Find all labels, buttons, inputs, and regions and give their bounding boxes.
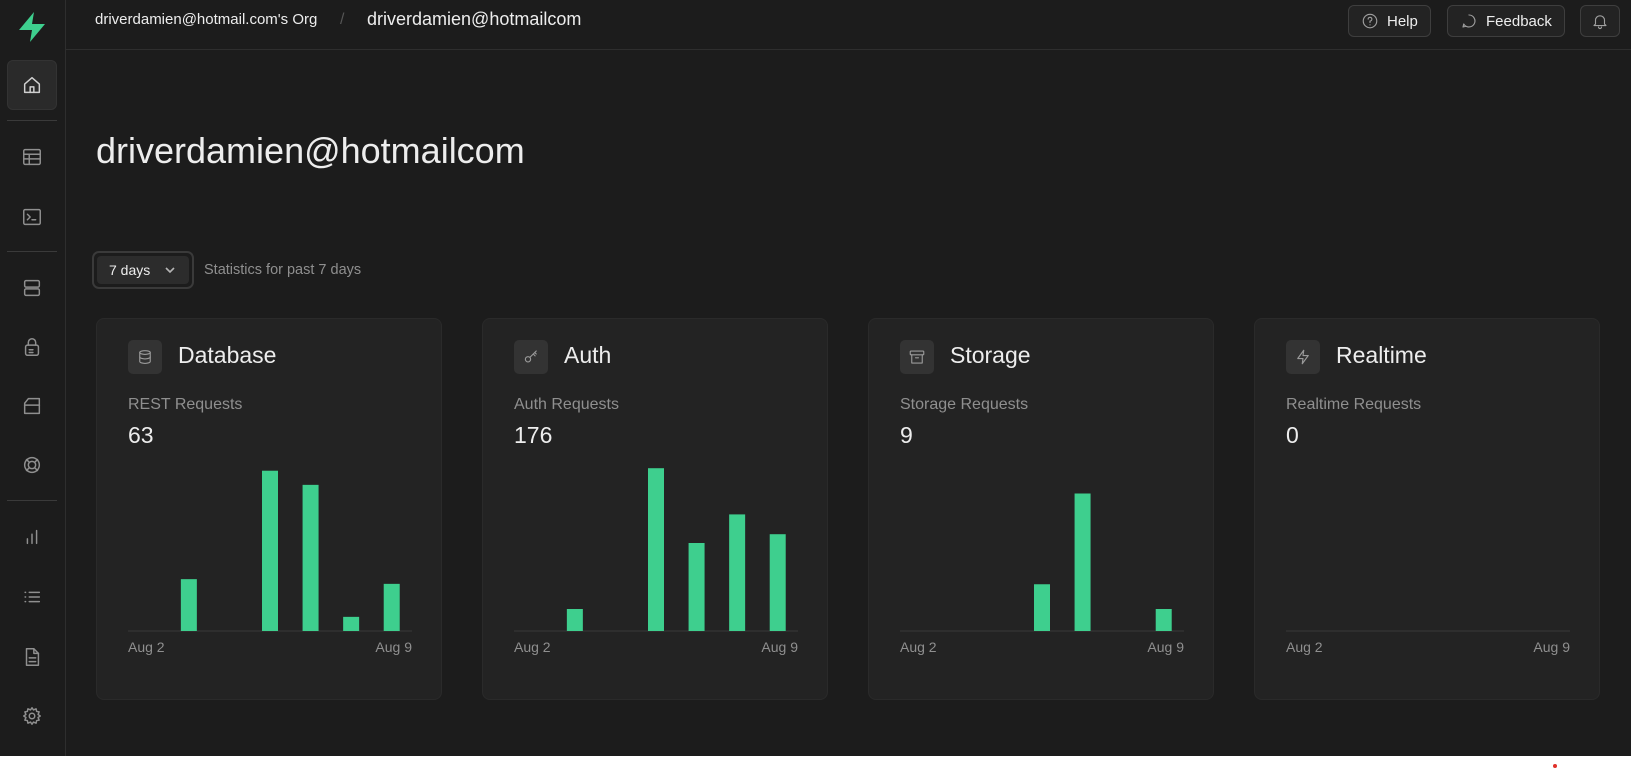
notifications-button[interactable] [1580, 5, 1620, 37]
metric-label: Auth Requests [514, 396, 619, 413]
chart-bar[interactable] [1155, 609, 1172, 631]
metric-label: Realtime Requests [1286, 396, 1422, 413]
list-icon [24, 591, 41, 603]
sidebar-item-settings[interactable] [7, 691, 57, 741]
time-range-select: 7 days [97, 256, 189, 284]
sidebar-item-table-editor[interactable] [7, 132, 57, 182]
status-dot [1553, 764, 1557, 768]
metric-value: 0 [1286, 422, 1299, 448]
realtime-icon [23, 456, 41, 474]
rest-requests-chart: Aug 2 Aug 9 [128, 470, 412, 655]
app-window: driverdamien@hotmail.com's Org / driverd… [0, 0, 1631, 756]
sidebar-divider [7, 120, 57, 121]
x-tick-end: Aug 9 [375, 639, 412, 655]
help-label: Help [1387, 12, 1418, 30]
terminal-icon [23, 208, 41, 226]
card-title: Database [178, 342, 277, 368]
card-storage[interactable]: Storage Storage Requests 9 Aug 2 Aug 9 [868, 318, 1214, 700]
metric-value: 63 [128, 422, 154, 448]
metric-label: Storage Requests [900, 396, 1029, 413]
chart-bar[interactable] [302, 484, 319, 631]
bar-chart-icon [26, 529, 38, 545]
archive-icon [909, 350, 925, 364]
bell-icon [1593, 15, 1607, 29]
card-title: Auth [564, 342, 612, 368]
sidebar [0, 0, 66, 756]
breadcrumb-separator: / [340, 11, 345, 28]
org-name[interactable]: driverdamien@hotmail.com's Org [95, 11, 317, 28]
x-tick-start: Aug 2 [514, 639, 551, 655]
archive-icon [23, 397, 41, 415]
chart-bar[interactable] [262, 470, 278, 631]
sidebar-item-reports[interactable] [7, 512, 57, 562]
metric-value: 176 [514, 422, 553, 448]
x-tick-end: Aug 9 [1533, 639, 1570, 655]
x-tick-end: Aug 9 [761, 639, 798, 655]
chart-bar[interactable] [729, 514, 746, 631]
project-name[interactable]: driverdamien@hotmailcom [367, 9, 581, 30]
x-tick-start: Aug 2 [1286, 639, 1323, 655]
realtime-requests-chart: Aug 2 Aug 9 [1286, 630, 1570, 655]
card-icon-box [900, 340, 934, 374]
chart-bar[interactable] [1074, 493, 1091, 632]
database-icon [23, 279, 41, 297]
lock-icon [24, 338, 40, 356]
supabase-logo[interactable] [15, 10, 49, 44]
metric-label: REST Requests [128, 396, 243, 413]
card-icon-box [1286, 340, 1320, 374]
range-caption: Statistics for past 7 days [204, 262, 362, 278]
sidebar-item-sql-editor[interactable] [7, 192, 57, 242]
card-realtime[interactable]: Realtime Realtime Requests 0 Aug 2 Aug 9 [1254, 318, 1600, 700]
chevron-down-icon [165, 267, 175, 274]
table-icon [23, 148, 41, 166]
sidebar-item-realtime[interactable] [7, 440, 57, 490]
chart-bar[interactable] [769, 534, 786, 631]
time-range-dropdown[interactable]: 7 days [92, 251, 194, 289]
x-tick-start: Aug 2 [128, 639, 165, 655]
sidebar-item-database[interactable] [7, 263, 57, 313]
sidebar-item-api-docs[interactable] [7, 632, 57, 682]
database-icon [139, 350, 151, 364]
document-icon [25, 648, 40, 666]
chart-bar[interactable] [1034, 584, 1050, 631]
sidebar-item-storage[interactable] [7, 381, 57, 431]
card-database[interactable]: Database REST Requests 63 Aug 2 Aug 9 [96, 318, 442, 700]
key-icon [524, 350, 537, 363]
sidebar-item-logs[interactable] [7, 572, 57, 622]
sidebar-divider [7, 500, 57, 501]
card-icon-box [128, 340, 162, 374]
sidebar-divider [7, 251, 57, 252]
card-auth[interactable]: Auth Auth Requests 176 Aug 2 Aug 9 [482, 318, 828, 700]
card-title: Storage [950, 342, 1031, 368]
help-circle-icon [1362, 13, 1378, 29]
x-tick-end: Aug 9 [1147, 639, 1184, 655]
gear-icon [23, 707, 41, 725]
card-icon-box [514, 340, 548, 374]
storage-requests-chart: Aug 2 Aug 9 [900, 493, 1184, 655]
card-title: Realtime [1336, 342, 1427, 368]
top-bar: driverdamien@hotmail.com's Org / driverd… [66, 0, 1631, 50]
chart-bar[interactable] [180, 579, 197, 631]
metric-value: 9 [900, 422, 913, 448]
help-button[interactable]: Help [1348, 5, 1431, 37]
home-icon [23, 76, 41, 94]
page-title: driverdamien@hotmailcom [96, 130, 525, 171]
chart-bar[interactable] [566, 609, 583, 631]
message-icon [1462, 14, 1476, 28]
auth-requests-chart: Aug 2 Aug 9 [514, 468, 798, 655]
chart-bar[interactable] [343, 616, 360, 631]
chart-bar[interactable] [688, 543, 705, 631]
zap-icon [1297, 349, 1309, 365]
feedback-button[interactable]: Feedback [1447, 5, 1565, 37]
chart-bar[interactable] [648, 468, 664, 631]
time-range-value: 7 days [109, 262, 151, 278]
sidebar-item-authentication[interactable] [7, 322, 57, 372]
x-tick-start: Aug 2 [900, 639, 937, 655]
chart-bar[interactable] [383, 583, 400, 631]
feedback-label: Feedback [1486, 12, 1552, 30]
sidebar-item-home[interactable] [7, 60, 57, 110]
